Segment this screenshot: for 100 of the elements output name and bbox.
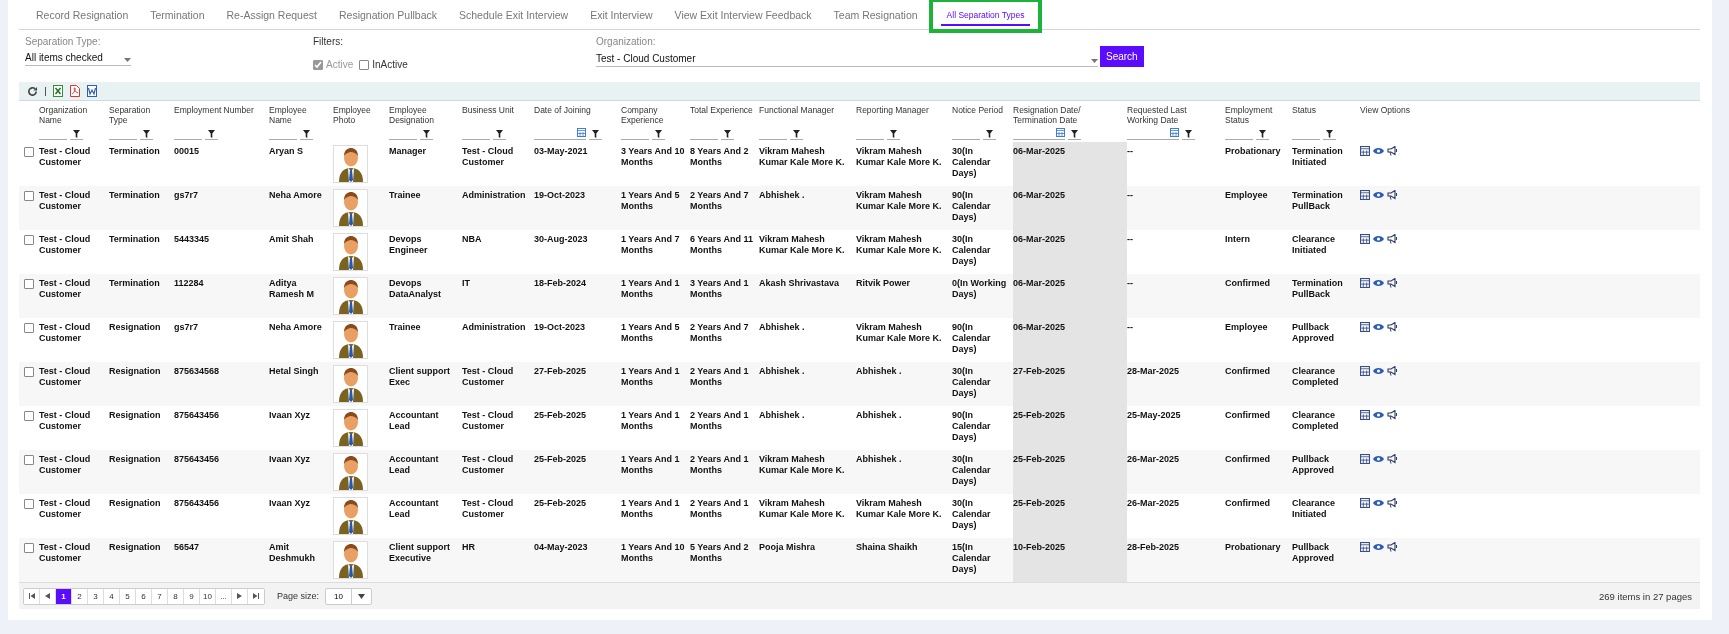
row-checkbox[interactable] bbox=[24, 279, 34, 289]
calendar-icon[interactable] bbox=[1170, 128, 1179, 137]
row-checkbox[interactable] bbox=[24, 323, 34, 333]
calendar-icon[interactable] bbox=[1360, 322, 1370, 332]
megaphone-icon[interactable] bbox=[1387, 498, 1398, 508]
filter-button[interactable] bbox=[300, 129, 313, 140]
column-header[interactable]: Date of Joining bbox=[534, 105, 621, 115]
column-header[interactable]: Employment Status bbox=[1225, 105, 1292, 125]
filter-button[interactable] bbox=[70, 129, 83, 140]
megaphone-icon[interactable] bbox=[1387, 454, 1398, 464]
calendar-icon[interactable] bbox=[1360, 278, 1370, 288]
eye-icon[interactable] bbox=[1373, 411, 1384, 419]
organization-dropdown[interactable]: Test - Cloud Customer bbox=[596, 53, 1098, 67]
tab[interactable]: Termination bbox=[139, 3, 216, 26]
eye-icon[interactable] bbox=[1373, 455, 1384, 463]
column-header[interactable]: Employee Name bbox=[269, 105, 333, 125]
filter-button[interactable] bbox=[205, 129, 218, 140]
column-header[interactable]: Status bbox=[1292, 105, 1360, 115]
column-header[interactable]: Reporting Manager bbox=[856, 105, 952, 115]
calendar-icon[interactable] bbox=[1360, 366, 1370, 376]
row-checkbox[interactable] bbox=[24, 367, 34, 377]
tab[interactable]: Exit Interview bbox=[579, 3, 664, 26]
filter-button[interactable] bbox=[1256, 129, 1269, 140]
filter-button[interactable] bbox=[1323, 129, 1336, 140]
megaphone-icon[interactable] bbox=[1387, 410, 1398, 420]
eye-icon[interactable] bbox=[1373, 235, 1384, 243]
row-checkbox[interactable] bbox=[24, 191, 34, 201]
row-checkbox[interactable] bbox=[24, 499, 34, 509]
megaphone-icon[interactable] bbox=[1387, 146, 1398, 156]
column-header[interactable]: Functional Manager bbox=[759, 105, 856, 115]
eye-icon[interactable] bbox=[1373, 543, 1384, 551]
calendar-icon[interactable] bbox=[1360, 454, 1370, 464]
column-header[interactable]: Separation Type bbox=[109, 105, 174, 125]
refresh-icon[interactable] bbox=[27, 85, 38, 97]
megaphone-icon[interactable] bbox=[1387, 190, 1398, 200]
filter-field[interactable] bbox=[1013, 129, 1065, 140]
column-header[interactable]: Total Experience bbox=[690, 105, 759, 115]
eye-icon[interactable] bbox=[1373, 147, 1384, 155]
filter-field[interactable] bbox=[1127, 129, 1179, 140]
tab[interactable]: View Exit Interview Feedback bbox=[663, 3, 823, 26]
calendar-icon[interactable] bbox=[1360, 542, 1370, 552]
page-button[interactable]: 1 bbox=[56, 588, 72, 604]
calendar-icon[interactable] bbox=[1360, 190, 1370, 200]
calendar-icon[interactable] bbox=[1056, 128, 1065, 137]
filter-button[interactable] bbox=[493, 129, 506, 140]
filter-button[interactable] bbox=[589, 129, 602, 140]
filter-button[interactable] bbox=[790, 129, 803, 140]
eye-icon[interactable] bbox=[1373, 191, 1384, 199]
eye-icon[interactable] bbox=[1373, 499, 1384, 507]
filter-button[interactable] bbox=[1182, 129, 1195, 140]
excel-icon[interactable] bbox=[53, 85, 63, 97]
column-header[interactable]: Company Experience bbox=[621, 105, 690, 125]
calendar-icon[interactable] bbox=[1360, 234, 1370, 244]
row-checkbox[interactable] bbox=[24, 235, 34, 245]
page-size-dropdown[interactable]: 10 bbox=[325, 587, 372, 605]
column-header[interactable]: Employee Photo bbox=[333, 105, 389, 125]
calendar-icon[interactable] bbox=[1360, 498, 1370, 508]
megaphone-icon[interactable] bbox=[1387, 366, 1398, 376]
pdf-icon[interactable] bbox=[70, 85, 80, 97]
word-icon[interactable] bbox=[87, 85, 97, 97]
row-checkbox[interactable] bbox=[24, 147, 34, 157]
megaphone-icon[interactable] bbox=[1387, 234, 1398, 244]
tab[interactable]: Schedule Exit Interview bbox=[448, 3, 580, 26]
separation-type-dropdown[interactable]: All items checked bbox=[25, 52, 131, 66]
filter-button[interactable] bbox=[652, 129, 665, 140]
checkbox[interactable] bbox=[359, 59, 370, 70]
tab[interactable]: Team Resignation bbox=[822, 3, 929, 26]
column-header[interactable]: Notice Period bbox=[952, 105, 1013, 115]
calendar-icon[interactable] bbox=[1360, 410, 1370, 420]
eye-icon[interactable] bbox=[1373, 279, 1384, 287]
column-header[interactable]: Employee Designation bbox=[389, 105, 462, 125]
column-header[interactable]: View Options bbox=[1360, 105, 1700, 115]
search-button[interactable]: Search bbox=[1100, 46, 1144, 67]
megaphone-icon[interactable] bbox=[1387, 322, 1398, 332]
column-header[interactable]: Employment Number bbox=[174, 105, 269, 115]
first-page-button[interactable] bbox=[24, 588, 40, 604]
filter-button[interactable] bbox=[1068, 129, 1081, 140]
column-header[interactable]: Requested Last Working Date bbox=[1127, 105, 1225, 125]
filter-button[interactable] bbox=[983, 129, 996, 140]
row-checkbox[interactable] bbox=[24, 411, 34, 421]
filter-button[interactable] bbox=[887, 129, 900, 140]
megaphone-icon[interactable] bbox=[1387, 278, 1398, 288]
tab[interactable]: All Separation Types bbox=[928, 0, 1043, 33]
tab[interactable]: Re-Assign Request bbox=[215, 3, 328, 26]
filter-field[interactable] bbox=[534, 129, 586, 140]
tab[interactable]: Resignation Pullback bbox=[327, 3, 449, 26]
filter-button[interactable] bbox=[140, 129, 153, 140]
tab[interactable]: Record Resignation bbox=[25, 3, 140, 26]
calendar-icon[interactable] bbox=[1360, 146, 1370, 156]
eye-icon[interactable] bbox=[1373, 367, 1384, 375]
filter-button[interactable] bbox=[420, 129, 433, 140]
filter-button[interactable] bbox=[721, 129, 734, 140]
page-button[interactable]: 10 bbox=[200, 588, 216, 604]
megaphone-icon[interactable] bbox=[1387, 542, 1398, 552]
row-checkbox[interactable] bbox=[24, 455, 34, 465]
eye-icon[interactable] bbox=[1373, 323, 1384, 331]
calendar-icon[interactable] bbox=[577, 128, 586, 137]
column-header[interactable]: Business Unit bbox=[462, 105, 534, 115]
column-header[interactable]: Resignation Date/ Termination Date bbox=[1013, 105, 1127, 125]
row-checkbox[interactable] bbox=[24, 543, 34, 553]
